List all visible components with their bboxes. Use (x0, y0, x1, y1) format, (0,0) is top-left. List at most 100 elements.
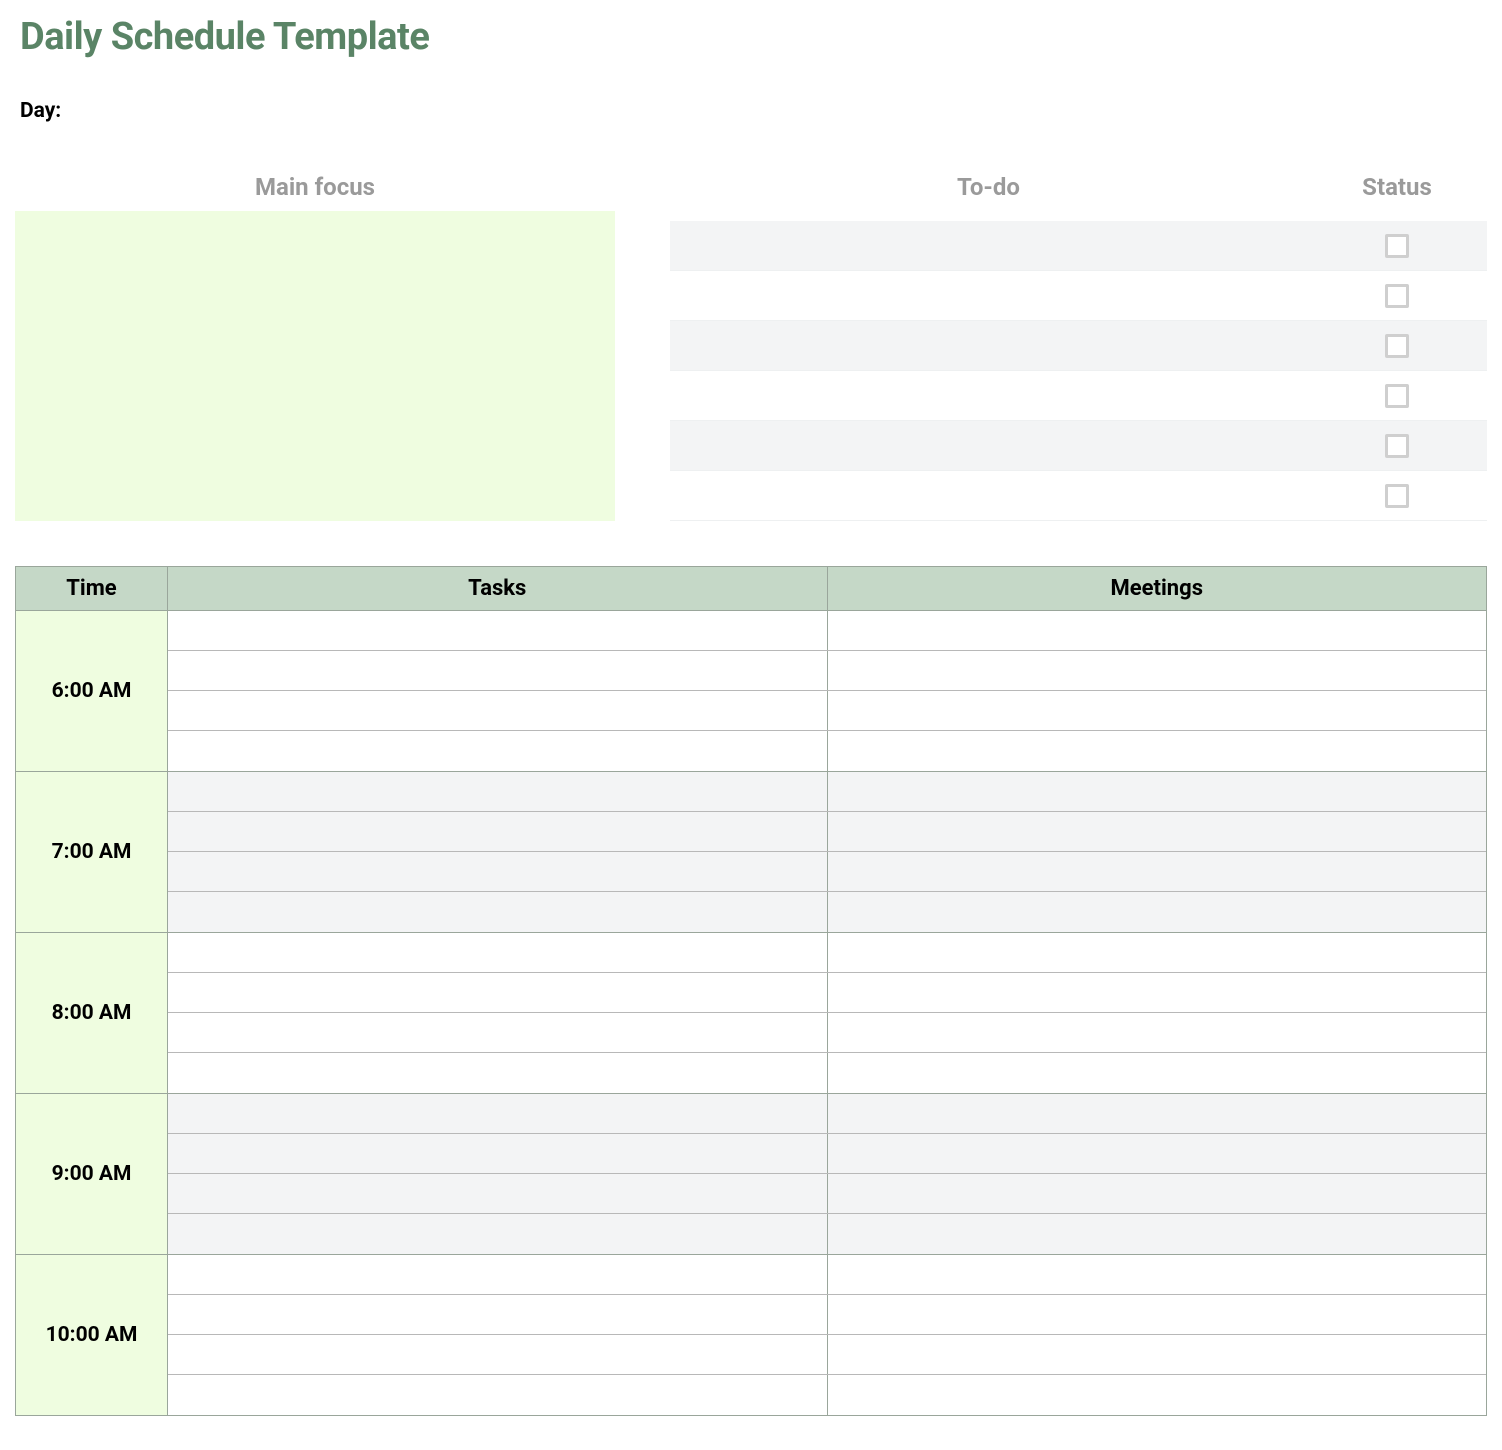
meeting-cell[interactable] (828, 651, 1487, 690)
slot-row (168, 1335, 1486, 1375)
task-cell[interactable] (168, 933, 828, 972)
meeting-cell[interactable] (828, 691, 1487, 730)
meeting-cell[interactable] (828, 1174, 1487, 1213)
task-cell[interactable] (168, 1214, 828, 1254)
slot-row (168, 1053, 1486, 1093)
meeting-cell[interactable] (828, 1013, 1487, 1052)
meeting-cell[interactable] (828, 812, 1487, 851)
status-header: Status (1307, 173, 1487, 201)
time-cell: 10:00 AM (16, 1255, 168, 1415)
task-cell[interactable] (168, 973, 828, 1012)
task-cell[interactable] (168, 1295, 828, 1334)
meeting-cell[interactable] (828, 1053, 1487, 1093)
slot-row (168, 1295, 1486, 1335)
task-cell[interactable] (168, 852, 828, 891)
checkbox-icon[interactable] (1385, 284, 1409, 308)
todo-text-input[interactable] (670, 431, 1307, 461)
checkbox-icon[interactable] (1385, 434, 1409, 458)
slot-group (168, 772, 1486, 932)
slot-row (168, 611, 1486, 651)
meeting-cell[interactable] (828, 973, 1487, 1012)
status-cell (1307, 434, 1487, 458)
todo-row (670, 221, 1487, 271)
main-focus-header: Main focus (15, 173, 615, 201)
col-header-time: Time (16, 567, 168, 610)
todo-row (670, 421, 1487, 471)
status-cell (1307, 234, 1487, 258)
task-cell[interactable] (168, 892, 828, 932)
meeting-cell[interactable] (828, 933, 1487, 972)
main-focus-input[interactable] (15, 211, 615, 521)
checkbox-icon[interactable] (1385, 384, 1409, 408)
meeting-cell[interactable] (828, 1375, 1487, 1415)
todo-text-input[interactable] (670, 231, 1307, 261)
time-cell: 6:00 AM (16, 611, 168, 771)
task-cell[interactable] (168, 1335, 828, 1374)
todo-row (670, 471, 1487, 521)
task-cell[interactable] (168, 1053, 828, 1093)
todo-text-input[interactable] (670, 381, 1307, 411)
checkbox-icon[interactable] (1385, 234, 1409, 258)
checkbox-icon[interactable] (1385, 334, 1409, 358)
meeting-cell[interactable] (828, 1094, 1487, 1133)
meeting-cell[interactable] (828, 852, 1487, 891)
task-cell[interactable] (168, 1134, 828, 1173)
slot-group (168, 611, 1486, 771)
slot-row (168, 1255, 1486, 1295)
meeting-cell[interactable] (828, 1214, 1487, 1254)
task-cell[interactable] (168, 1174, 828, 1213)
slot-row (168, 812, 1486, 852)
meeting-cell[interactable] (828, 892, 1487, 932)
task-cell[interactable] (168, 651, 828, 690)
meeting-cell[interactable] (828, 1295, 1487, 1334)
checkbox-icon[interactable] (1385, 484, 1409, 508)
main-focus-column: Main focus (15, 173, 615, 521)
hour-block: 8:00 AM (16, 933, 1486, 1094)
slot-row (168, 731, 1486, 771)
meeting-cell[interactable] (828, 731, 1487, 771)
slot-row (168, 651, 1486, 691)
slot-row (168, 1214, 1486, 1254)
meeting-cell[interactable] (828, 611, 1487, 650)
slot-row (168, 973, 1486, 1013)
task-cell[interactable] (168, 1013, 828, 1052)
slot-group (168, 933, 1486, 1093)
meeting-cell[interactable] (828, 1255, 1487, 1294)
task-cell[interactable] (168, 772, 828, 811)
task-cell[interactable] (168, 1094, 828, 1133)
status-cell (1307, 384, 1487, 408)
todo-text-input[interactable] (670, 481, 1307, 511)
todo-header-row: To-do Status (670, 173, 1487, 211)
col-header-tasks: Tasks (168, 567, 828, 610)
todo-text-input[interactable] (670, 281, 1307, 311)
task-cell[interactable] (168, 731, 828, 771)
slot-group (168, 1094, 1486, 1254)
todo-row (670, 371, 1487, 421)
task-cell[interactable] (168, 1375, 828, 1415)
task-cell[interactable] (168, 611, 828, 650)
meeting-cell[interactable] (828, 772, 1487, 811)
task-cell[interactable] (168, 691, 828, 730)
slot-row (168, 691, 1486, 731)
task-cell[interactable] (168, 1255, 828, 1294)
slot-row (168, 852, 1486, 892)
status-cell (1307, 334, 1487, 358)
time-cell: 8:00 AM (16, 933, 168, 1093)
schedule-table: Time Tasks Meetings 6:00 AM7:00 AM8:00 A… (15, 566, 1487, 1416)
hour-block: 7:00 AM (16, 772, 1486, 933)
todo-row (670, 321, 1487, 371)
hour-block: 10:00 AM (16, 1255, 1486, 1415)
meeting-cell[interactable] (828, 1335, 1487, 1374)
top-section: Main focus To-do Status (15, 173, 1487, 521)
page-title: Daily Schedule Template (20, 15, 1487, 59)
day-label: Day: (20, 99, 1487, 123)
task-cell[interactable] (168, 812, 828, 851)
hour-block: 6:00 AM (16, 611, 1486, 772)
slot-row (168, 1094, 1486, 1134)
todo-column: To-do Status (670, 173, 1487, 521)
slot-row (168, 1375, 1486, 1415)
hour-block: 9:00 AM (16, 1094, 1486, 1255)
meeting-cell[interactable] (828, 1134, 1487, 1173)
time-cell: 9:00 AM (16, 1094, 168, 1254)
todo-text-input[interactable] (670, 331, 1307, 361)
